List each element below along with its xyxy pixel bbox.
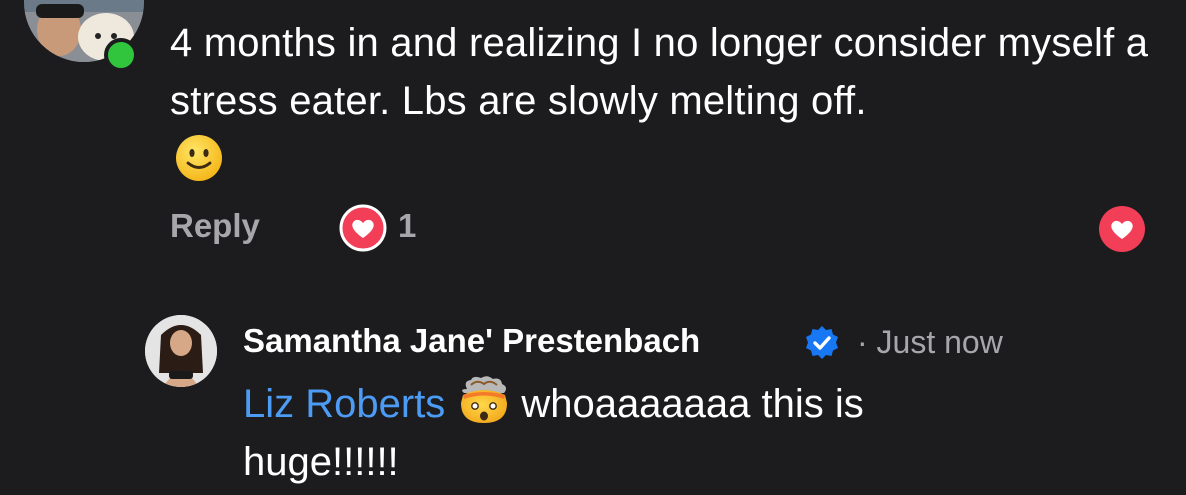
online-status-indicator bbox=[104, 38, 138, 72]
reply-text-line1: whoaaaaaaa this is bbox=[521, 382, 864, 426]
mention-link[interactable]: Liz Roberts bbox=[243, 382, 445, 426]
reply-button[interactable]: Reply bbox=[170, 207, 260, 245]
comment-text: 4 months in and realizing I no longer co… bbox=[170, 21, 1149, 123]
love-reaction-icon[interactable] bbox=[339, 204, 387, 252]
slightly-smiling-face-icon bbox=[176, 135, 222, 181]
heart-like-button-icon[interactable] bbox=[1098, 205, 1146, 253]
reply-timestamp[interactable]: · Just now bbox=[857, 324, 1003, 361]
reaction-count[interactable]: 1 bbox=[398, 207, 416, 245]
verified-badge-icon bbox=[806, 326, 838, 359]
exploding-head-icon bbox=[461, 376, 508, 423]
reply-text-line2: huge!!!!!! bbox=[243, 440, 399, 484]
reply-author-avatar[interactable] bbox=[145, 315, 217, 387]
reply-author-name[interactable]: Samantha Jane' Prestenbach bbox=[243, 322, 700, 360]
avatar-photo bbox=[145, 315, 217, 387]
reply-text: Liz Roberts whoaaaaaaa this is huge!!!!!… bbox=[243, 375, 1143, 491]
